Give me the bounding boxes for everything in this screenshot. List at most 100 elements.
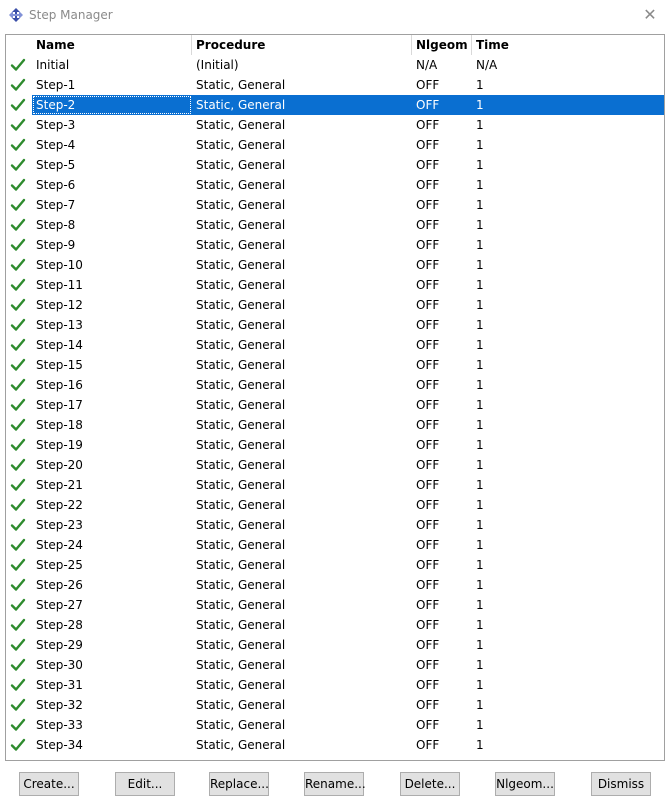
table-row[interactable]: Step-28 Static, General OFF 1 (6, 615, 664, 635)
window-title: Step Manager (29, 8, 113, 22)
checkmark-icon (10, 358, 26, 371)
table-row[interactable]: Step-6 Static, General OFF 1 (6, 175, 664, 195)
table-row[interactable]: Step-33 Static, General OFF 1 (6, 715, 664, 735)
checkmark-icon (10, 318, 26, 331)
checkmark-icon (10, 278, 26, 291)
table-row[interactable]: Step-11 Static, General OFF 1 (6, 275, 664, 295)
cell-nlgeom: OFF (416, 418, 440, 432)
nlgeom-button[interactable]: Nlgeom... (495, 772, 555, 796)
checkmark-icon (10, 138, 26, 151)
cell-time: 1 (476, 358, 484, 372)
edit-button[interactable]: Edit... (115, 772, 175, 796)
cell-name: Step-18 (36, 418, 83, 432)
checkmark-icon (10, 718, 26, 731)
table-row[interactable]: Step-30 Static, General OFF 1 (6, 655, 664, 675)
cell-nlgeom: OFF (416, 398, 440, 412)
cell-nlgeom: OFF (416, 218, 440, 232)
cell-nlgeom: OFF (416, 298, 440, 312)
table-row[interactable]: Step-3 Static, General OFF 1 (6, 115, 664, 135)
create-button[interactable]: Create... (19, 772, 79, 796)
checkmark-icon (10, 738, 26, 751)
column-header-nlgeom[interactable]: Nlgeom (412, 35, 472, 55)
table-row[interactable]: Step-31 Static, General OFF 1 (6, 675, 664, 695)
table-row[interactable]: Step-17 Static, General OFF 1 (6, 395, 664, 415)
table-row[interactable]: Step-13 Static, General OFF 1 (6, 315, 664, 335)
cell-nlgeom: OFF (416, 498, 440, 512)
cell-time: 1 (476, 538, 484, 552)
cell-name: Step-9 (36, 238, 76, 252)
cell-nlgeom: OFF (416, 438, 440, 452)
table-row[interactable]: Step-15 Static, General OFF 1 (6, 355, 664, 375)
cell-name: Step-23 (36, 518, 83, 532)
cell-procedure: Static, General (196, 638, 286, 652)
cell-procedure: Static, General (196, 458, 286, 472)
cell-time: 1 (476, 138, 484, 152)
title-bar[interactable]: Step Manager ✕ (0, 0, 670, 30)
table-row[interactable]: Step-22 Static, General OFF 1 (6, 495, 664, 515)
cell-nlgeom: OFF (416, 98, 440, 112)
cell-time: 1 (476, 658, 484, 672)
table-row[interactable]: Step-12 Static, General OFF 1 (6, 295, 664, 315)
table-row[interactable]: Step-16 Static, General OFF 1 (6, 375, 664, 395)
replace-button[interactable]: Replace... (209, 772, 269, 796)
cell-nlgeom: OFF (416, 238, 440, 252)
checkmark-icon (10, 378, 26, 391)
table-row[interactable]: Step-19 Static, General OFF 1 (6, 435, 664, 455)
table-row[interactable]: Step-34 Static, General OFF 1 (6, 735, 664, 755)
cell-time: 1 (476, 638, 484, 652)
column-header-procedure[interactable]: Procedure (192, 35, 412, 55)
table-row[interactable]: Step-7 Static, General OFF 1 (6, 195, 664, 215)
table-row[interactable]: Step-32 Static, General OFF 1 (6, 695, 664, 715)
cell-time: 1 (476, 378, 484, 392)
cell-name: Step-34 (36, 738, 83, 752)
checkmark-icon (10, 678, 26, 691)
cell-nlgeom: OFF (416, 78, 440, 92)
cell-nlgeom: OFF (416, 678, 440, 692)
cell-procedure: Static, General (196, 658, 286, 672)
table-row[interactable]: Step-2 Static, General OFF 1 (6, 95, 664, 115)
cell-name: Step-30 (36, 658, 83, 672)
cell-procedure: Static, General (196, 238, 286, 252)
table-row[interactable]: Step-26 Static, General OFF 1 (6, 575, 664, 595)
cell-name: Step-6 (36, 178, 76, 192)
cell-time: 1 (476, 298, 484, 312)
cell-name: Step-21 (36, 478, 83, 492)
close-button[interactable]: ✕ (638, 4, 662, 26)
dismiss-button[interactable]: Dismiss (591, 772, 651, 796)
column-header-time[interactable]: Time (472, 35, 664, 55)
table-row[interactable]: Step-4 Static, General OFF 1 (6, 135, 664, 155)
cell-time: 1 (476, 518, 484, 532)
column-header-name[interactable]: Name (32, 35, 192, 55)
table-row[interactable]: Step-10 Static, General OFF 1 (6, 255, 664, 275)
table-row[interactable]: Step-20 Static, General OFF 1 (6, 455, 664, 475)
table-row[interactable]: Step-1 Static, General OFF 1 (6, 75, 664, 95)
table-row[interactable]: Initial (Initial) N/A N/A (6, 55, 664, 75)
table-row[interactable]: Step-24 Static, General OFF 1 (6, 535, 664, 555)
table-row[interactable]: Step-25 Static, General OFF 1 (6, 555, 664, 575)
checkmark-icon (10, 458, 26, 471)
rename-button[interactable]: Rename... (304, 772, 366, 796)
table-row[interactable]: Step-14 Static, General OFF 1 (6, 335, 664, 355)
table-row[interactable]: Step-21 Static, General OFF 1 (6, 475, 664, 495)
cell-time: N/A (476, 58, 498, 72)
cell-procedure: Static, General (196, 198, 286, 212)
delete-button[interactable]: Delete... (400, 772, 460, 796)
table-row[interactable]: Step-9 Static, General OFF 1 (6, 235, 664, 255)
cell-name: Step-29 (36, 638, 83, 652)
cell-procedure: Static, General (196, 358, 286, 372)
table-row[interactable]: Step-27 Static, General OFF 1 (6, 595, 664, 615)
table-row[interactable]: Step-29 Static, General OFF 1 (6, 635, 664, 655)
cell-nlgeom: OFF (416, 158, 440, 172)
table-row[interactable]: Step-5 Static, General OFF 1 (6, 155, 664, 175)
cell-nlgeom: OFF (416, 598, 440, 612)
cell-time: 1 (476, 178, 484, 192)
table-row[interactable]: Step-18 Static, General OFF 1 (6, 415, 664, 435)
cell-time: 1 (476, 618, 484, 632)
table-row[interactable]: Step-23 Static, General OFF 1 (6, 515, 664, 535)
cell-name: Step-32 (36, 698, 83, 712)
table-header: Name Procedure Nlgeom Time (6, 35, 664, 55)
cell-procedure: Static, General (196, 718, 286, 732)
table-row[interactable]: Step-8 Static, General OFF 1 (6, 215, 664, 235)
cell-procedure: Static, General (196, 538, 286, 552)
cell-name: Step-15 (36, 358, 83, 372)
